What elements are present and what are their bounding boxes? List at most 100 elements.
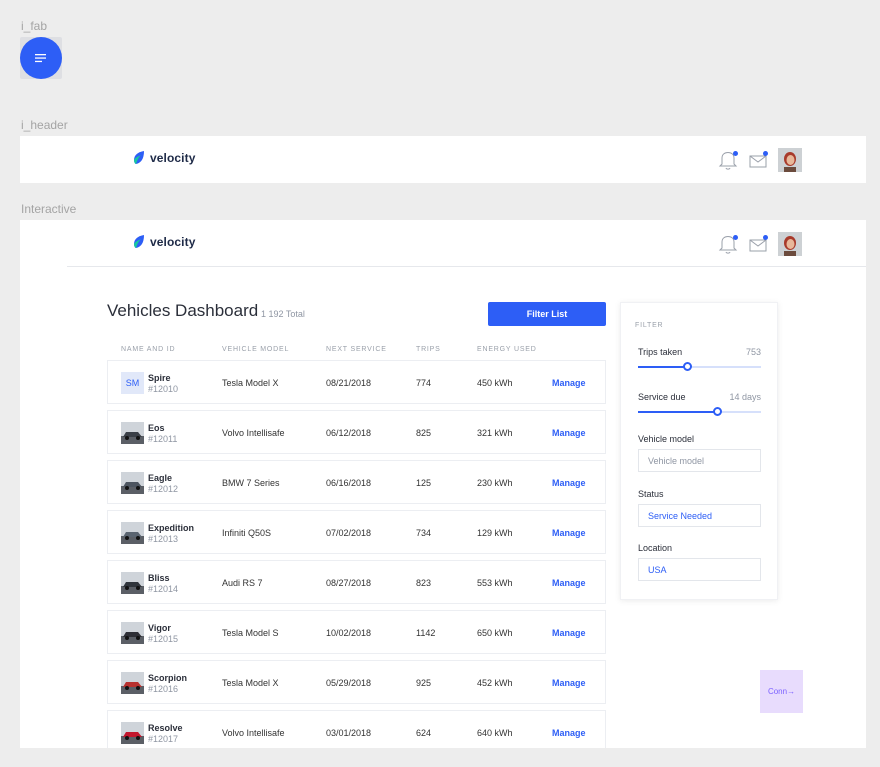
fab-button[interactable]: [20, 37, 62, 79]
frame-label-header: i_header: [21, 118, 68, 132]
page-title: Vehicles Dashboard: [107, 301, 259, 320]
notifications-button[interactable]: [718, 149, 738, 171]
table-row[interactable]: Resolve #12017 Volvo Intellisafe 03/01/2018…: [107, 710, 606, 748]
next-service-date: 10/02/2018: [326, 628, 372, 638]
service-label: Service due: [638, 392, 686, 402]
location-label: Location: [638, 543, 673, 553]
vehicle-thumbnail: [121, 422, 144, 444]
notification-dot: [733, 151, 738, 156]
trips-count: 823: [416, 578, 432, 588]
table-row[interactable]: SM Spire #12010 Tesla Model X 08/21/2018 774 4…: [107, 360, 606, 404]
trips-value: 753: [745, 347, 761, 357]
vehicle-name: Eos: [148, 423, 165, 433]
manage-link[interactable]: Manage: [552, 478, 586, 488]
vehicle-model-input[interactable]: [638, 449, 761, 472]
avatar[interactable]: [778, 148, 802, 172]
messages-button[interactable]: [748, 233, 768, 255]
car-thumbnail-icon: [121, 572, 144, 594]
total-count: 1 192 Total: [261, 309, 305, 319]
notifications-button[interactable]: [718, 233, 738, 255]
fab-frame: [20, 37, 62, 79]
vehicle-model: Volvo Intellisafe: [222, 728, 285, 738]
trips-count: 734: [416, 528, 432, 538]
car-thumbnail-icon: [121, 622, 144, 644]
header-frame: velocity: [20, 136, 866, 183]
avatar[interactable]: [778, 232, 802, 256]
energy-used: 553 kWh: [477, 578, 513, 588]
manage-link[interactable]: Manage: [552, 578, 586, 588]
menu-lines-icon: [35, 54, 46, 63]
frame-label-fab: i_fab: [21, 19, 48, 33]
table-row[interactable]: Vigor #12015 Tesla Model S 10/02/2018 1142 65…: [107, 610, 606, 654]
trips-count: 125: [416, 478, 432, 488]
messages-button[interactable]: [748, 149, 768, 171]
vehicle-id: #12010: [148, 384, 179, 394]
trips-count: 825: [416, 428, 432, 438]
trips-slider[interactable]: [638, 362, 761, 371]
column-header-model[interactable]: Vehicle Model: [222, 346, 289, 353]
table-row[interactable]: Expedition #12013 Infiniti Q50S 07/02/2018 7…: [107, 510, 606, 554]
column-header-name[interactable]: Name and ID: [121, 346, 175, 353]
connect-button[interactable]: Conn→: [760, 670, 803, 713]
app-header: velocity: [20, 136, 866, 182]
next-service-date: 08/21/2018: [326, 378, 372, 388]
vehicle-thumbnail: [121, 522, 144, 544]
manage-link[interactable]: Manage: [552, 528, 586, 538]
next-service-date: 07/02/2018: [326, 528, 372, 538]
filter-list-button[interactable]: Filter List: [488, 302, 606, 326]
header-divider: [67, 266, 866, 267]
vehicle-id: #12014: [148, 584, 179, 594]
logo[interactable]: velocity: [132, 234, 196, 249]
table-row[interactable]: Eos #12011 Volvo Intellisafe 06/12/2018 825 3…: [107, 410, 606, 454]
energy-used: 230 kWh: [477, 478, 513, 488]
column-header-service[interactable]: Next Service: [326, 346, 387, 353]
vehicle-name: Spire: [148, 373, 171, 383]
vehicle-id: #12013: [148, 534, 179, 544]
vehicle-name: Vigor: [148, 623, 171, 633]
header-actions: [718, 232, 802, 256]
filter-title: FILTER: [635, 322, 664, 329]
status-input[interactable]: [638, 504, 761, 527]
manage-link[interactable]: Manage: [552, 728, 586, 738]
car-thumbnail-icon: [121, 522, 144, 544]
vehicle-name: Bliss: [148, 573, 170, 583]
brand-name: velocity: [150, 234, 196, 249]
next-service-date: 06/16/2018: [326, 478, 372, 488]
next-service-date: 03/01/2018: [326, 728, 372, 738]
manage-link[interactable]: Manage: [552, 678, 586, 688]
column-header-trips[interactable]: Trips: [416, 346, 441, 353]
manage-link[interactable]: Manage: [552, 428, 586, 438]
vehicle-id: #12015: [148, 634, 179, 644]
vehicle-id: #12012: [148, 484, 179, 494]
vehicle-model: Volvo Intellisafe: [222, 428, 285, 438]
slider-fill: [638, 411, 717, 413]
table-row[interactable]: Scorpion #12016 Tesla Model X 05/29/2018 925…: [107, 660, 606, 704]
status-label: Status: [638, 489, 664, 499]
slider-handle[interactable]: [712, 407, 722, 416]
vehicle-thumbnail: [121, 672, 144, 694]
vehicle-name: Expedition: [148, 523, 195, 533]
manage-link[interactable]: Manage: [552, 378, 586, 388]
car-thumbnail-icon: [121, 722, 144, 744]
notification-dot: [733, 235, 738, 240]
service-slider[interactable]: [638, 407, 761, 416]
slider-handle[interactable]: [683, 362, 693, 371]
vehicle-thumbnail: [121, 622, 144, 644]
manage-link[interactable]: Manage: [552, 628, 586, 638]
frame-label-interactive: Interactive: [21, 202, 77, 216]
table-row[interactable]: Bliss #12014 Audi RS 7 08/27/2018 823 553 kWh…: [107, 560, 606, 604]
vehicle-id: #12017: [148, 734, 179, 744]
vehicle-id: #12016: [148, 684, 179, 694]
next-service-date: 08/27/2018: [326, 578, 372, 588]
column-header-energy[interactable]: Energy Used: [477, 346, 537, 353]
vehicle-initials: SM: [121, 372, 144, 394]
logo[interactable]: velocity: [132, 150, 196, 165]
table-row[interactable]: Eagle #12012 BMW 7 Series 06/16/2018 125 230 …: [107, 460, 606, 504]
location-input[interactable]: [638, 558, 761, 581]
trips-count: 624: [416, 728, 432, 738]
energy-used: 640 kWh: [477, 728, 513, 738]
vehicle-model: Tesla Model X: [222, 378, 279, 388]
next-service-date: 05/29/2018: [326, 678, 372, 688]
vehicle-model: Audi RS 7: [222, 578, 263, 588]
trips-count: 925: [416, 678, 432, 688]
